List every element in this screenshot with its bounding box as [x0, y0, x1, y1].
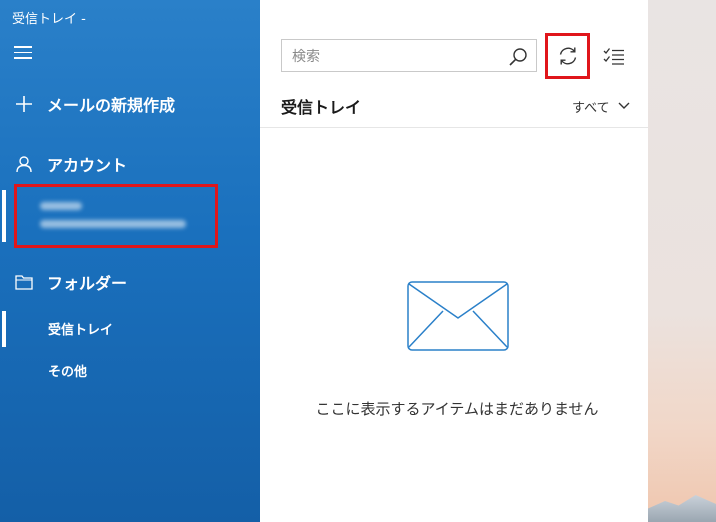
search-icon[interactable]: [508, 47, 528, 67]
hamburger-menu-icon[interactable]: [14, 46, 32, 62]
account-details-redacted: [40, 202, 186, 238]
folders-header[interactable]: フォルダー: [0, 264, 260, 300]
account-item[interactable]: [0, 186, 260, 246]
reading-pane: [648, 0, 716, 522]
accounts-label: アカウント: [47, 156, 128, 175]
filter-dropdown[interactable]: すべて: [572, 96, 630, 116]
mail-app-window: 受信トレイ - メールの新規作成 アカウント フォルダー 受信トレイ その他 検…: [0, 0, 716, 522]
envelope-icon: [407, 281, 509, 351]
folder-item-inbox[interactable]: 受信トレイ: [0, 310, 260, 347]
sync-button[interactable]: [545, 33, 590, 79]
new-mail-button[interactable]: メールの新規作成: [0, 86, 260, 122]
new-mail-label: メールの新規作成: [47, 96, 176, 115]
message-list-pane: 受信トレイ すべて ここに表示するアイテムはまだありません: [260, 0, 648, 522]
person-icon: [14, 154, 34, 174]
search-box: [281, 39, 537, 72]
accounts-header[interactable]: アカウント: [0, 146, 260, 182]
background-landscape-image: [648, 495, 716, 522]
folder-icon: [14, 272, 34, 292]
folder-selection-indicator: [2, 311, 6, 347]
list-header-divider: [260, 127, 648, 128]
folder-item-label: その他: [48, 365, 88, 380]
sync-icon: [559, 47, 576, 65]
filter-label: すべて: [572, 100, 610, 116]
empty-state-message: ここに表示するアイテムはまだありません: [315, 400, 599, 418]
checklist-icon: [603, 48, 624, 65]
folders-label: フォルダー: [47, 274, 128, 293]
selection-mode-button[interactable]: [602, 44, 626, 68]
folder-title: 受信トレイ: [281, 98, 362, 117]
chevron-down-icon: [618, 102, 630, 109]
navigation-pane: 受信トレイ - メールの新規作成 アカウント フォルダー 受信トレイ その他: [0, 0, 260, 522]
plus-icon: [14, 94, 34, 114]
search-input[interactable]: [290, 46, 504, 68]
folder-item-other[interactable]: その他: [0, 352, 260, 388]
folder-item-label: 受信トレイ: [48, 323, 114, 338]
window-title: 受信トレイ -: [12, 12, 86, 27]
account-selection-indicator: [2, 190, 6, 242]
